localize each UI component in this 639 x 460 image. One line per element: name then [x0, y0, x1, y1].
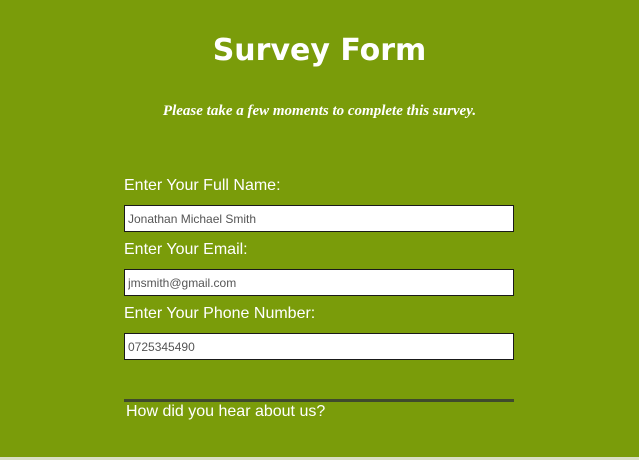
email-input[interactable] — [124, 269, 514, 296]
full-name-label: Enter Your Full Name: — [124, 177, 281, 194]
phone-input[interactable] — [124, 333, 514, 360]
referral-question-label: How did you hear about us? — [126, 403, 326, 420]
phone-label: Enter Your Phone Number: — [124, 305, 316, 322]
full-name-input[interactable] — [124, 205, 514, 232]
email-label: Enter Your Email: — [124, 241, 248, 258]
survey-form: Enter Your Full Name: Enter Your Email: … — [124, 176, 514, 368]
page-subtitle: Please take a few moments to complete th… — [162, 103, 477, 119]
page-title: Survey Form — [212, 33, 427, 68]
